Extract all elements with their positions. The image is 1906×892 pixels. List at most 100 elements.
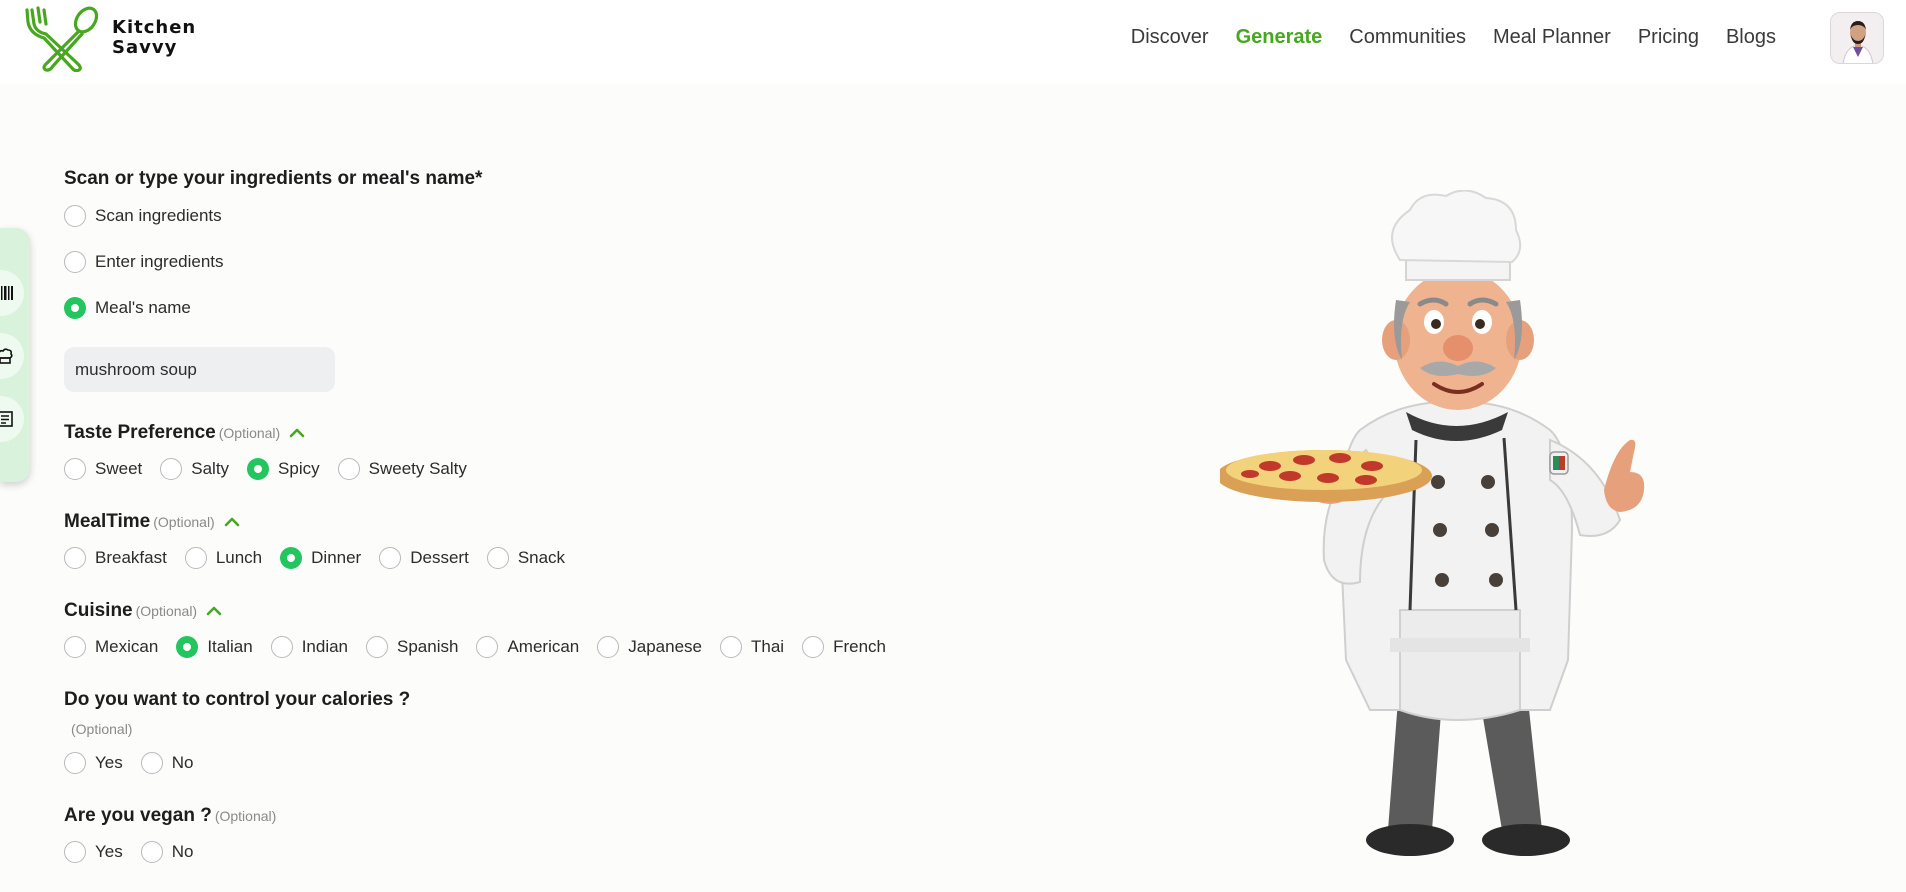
radio-lunch[interactable] (184, 547, 207, 569)
mealtime-title: MealTime (Optional) (64, 511, 240, 533)
option-label: Breakfast (95, 548, 167, 567)
radio-vegan-yes[interactable] (64, 841, 86, 863)
option-label: Japanese (628, 637, 702, 656)
calories-optional: (Optional) (68, 718, 132, 740)
option-french[interactable]: French (802, 636, 886, 658)
nav-pricing[interactable]: Pricing (1638, 24, 1699, 50)
option-enter-ingredients[interactable]: Enter ingredients (64, 251, 224, 273)
radio-thai[interactable] (720, 636, 742, 658)
taste-preference-title: Taste Preference (Optional) (64, 422, 305, 444)
nav-discover[interactable]: Discover (1131, 24, 1209, 50)
optional-tag: (Optional) (214, 808, 277, 824)
option-calories-no[interactable]: No (140, 752, 194, 774)
option-snack[interactable]: Snack (486, 547, 566, 569)
option-dinner[interactable]: Dinner (280, 547, 361, 569)
radio-dinner[interactable] (280, 547, 303, 569)
option-label: American (507, 637, 580, 656)
radio-american[interactable] (476, 636, 499, 658)
main-nav: Discover Generate Communities Meal Plann… (1131, 24, 1776, 50)
calories-options: Yes No (64, 752, 211, 774)
taste-title-text: Taste Preference (64, 422, 216, 443)
option-label: Indian (301, 637, 349, 656)
meal-name-input[interactable] (64, 347, 335, 392)
option-thai[interactable]: Thai (720, 636, 784, 658)
option-indian[interactable]: Indian (270, 636, 349, 658)
option-japanese[interactable]: Japanese (597, 636, 702, 658)
vegan-title: Are you vegan ? (Optional) (64, 805, 276, 827)
option-spicy[interactable]: Spicy (247, 458, 320, 480)
option-label: Snack (517, 548, 566, 567)
radio-sweety-salty[interactable] (337, 458, 360, 480)
chevron-up-icon[interactable] (206, 606, 222, 616)
option-label: Sweety Salty (368, 459, 467, 478)
radio-sweet[interactable] (64, 458, 86, 480)
option-label: No (171, 753, 194, 772)
option-label: Mexican (95, 637, 159, 656)
radio-indian[interactable] (270, 636, 293, 658)
top-header: Kitchen Savvy Discover Generate Communit… (0, 0, 1906, 84)
radio-salty[interactable] (160, 458, 183, 480)
option-label: No (171, 842, 194, 861)
option-sweet[interactable]: Sweet (64, 458, 142, 480)
option-label: Dessert (410, 548, 469, 567)
option-vegan-yes[interactable]: Yes (64, 841, 123, 863)
ingredients-title: Scan or type your ingredients or meal's … (64, 168, 483, 189)
recipe-list-button[interactable] (0, 396, 24, 442)
optional-tag: (Optional) (153, 514, 215, 530)
radio-calories-no[interactable] (140, 752, 163, 774)
radio-french[interactable] (802, 636, 825, 658)
chevron-up-icon[interactable] (289, 428, 305, 438)
option-scan-ingredients[interactable]: Scan ingredients (64, 205, 222, 227)
nav-communities[interactable]: Communities (1349, 24, 1466, 50)
radio-snack[interactable] (486, 547, 509, 569)
chevron-up-icon[interactable] (224, 517, 240, 527)
option-calories-yes[interactable]: Yes (64, 752, 123, 774)
option-mexican[interactable]: Mexican (64, 636, 158, 658)
chef-hat-button[interactable] (0, 333, 24, 379)
optional-tag: (Optional) (218, 425, 281, 441)
nav-blogs[interactable]: Blogs (1726, 24, 1776, 50)
option-label: Yes (95, 842, 123, 861)
option-lunch[interactable]: Lunch (184, 547, 262, 569)
option-spanish[interactable]: Spanish (366, 636, 458, 658)
brand-name-line2: Savvy (112, 37, 178, 58)
option-meals-name[interactable]: Meal's name (64, 297, 191, 319)
barcode-scan-button[interactable] (0, 270, 24, 316)
option-salty[interactable]: Salty (160, 458, 229, 480)
option-label: Spanish (397, 637, 459, 656)
option-italian[interactable]: Italian (176, 636, 253, 658)
user-avatar[interactable] (1830, 12, 1884, 64)
nav-generate[interactable]: Generate (1236, 24, 1323, 50)
option-label: Italian (207, 637, 253, 656)
option-label: Spicy (278, 459, 320, 478)
user-avatar-icon (1831, 13, 1883, 63)
radio-japanese[interactable] (597, 636, 620, 658)
brand-name-line1: Kitchen (112, 17, 197, 38)
radio-scan-ingredients[interactable] (64, 205, 86, 227)
option-label: French (833, 637, 886, 656)
cuisine-title: Cuisine (Optional) (64, 600, 222, 622)
optional-tag: (Optional) (71, 721, 133, 737)
nav-meal-planner[interactable]: Meal Planner (1493, 24, 1611, 50)
barcode-icon (1, 286, 13, 300)
option-label: Enter ingredients (95, 252, 224, 271)
mealtime-options: Breakfast Lunch Dinner Dessert Snack (64, 547, 583, 569)
radio-mexican[interactable] (64, 636, 86, 658)
option-breakfast[interactable]: Breakfast (64, 547, 167, 569)
option-sweety-salty[interactable]: Sweety Salty (337, 458, 467, 480)
option-label: Meal's name (95, 298, 191, 317)
side-tool-rail (0, 228, 30, 482)
radio-dessert[interactable] (379, 547, 402, 569)
radio-spanish[interactable] (366, 636, 389, 658)
brand-logo[interactable]: Kitchen Savvy (24, 4, 196, 72)
radio-italian[interactable] (176, 636, 199, 658)
radio-breakfast[interactable] (64, 547, 86, 569)
radio-meals-name[interactable] (64, 297, 86, 319)
option-dessert[interactable]: Dessert (379, 547, 469, 569)
radio-enter-ingredients[interactable] (64, 251, 86, 273)
radio-spicy[interactable] (247, 458, 270, 480)
option-vegan-no[interactable]: No (140, 841, 194, 863)
radio-calories-yes[interactable] (64, 752, 86, 774)
option-american[interactable]: American (476, 636, 579, 658)
radio-vegan-no[interactable] (140, 841, 163, 863)
